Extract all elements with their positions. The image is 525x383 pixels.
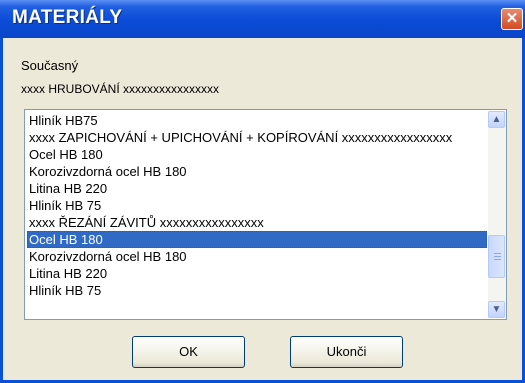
close-icon: ✕ xyxy=(505,10,519,27)
materials-dialog: MATERIÁLY ✕ Současný xxxx HRUBOVÁNÍ xxxx… xyxy=(0,0,525,383)
ok-button[interactable]: OK xyxy=(132,336,245,368)
chevron-up-icon: ▲ xyxy=(491,114,502,125)
list-item[interactable]: Ocel HB 180 xyxy=(27,231,487,248)
list-item[interactable]: Litina HB 220 xyxy=(27,180,487,197)
grip-line xyxy=(494,253,501,254)
scroll-down-button[interactable]: ▼ xyxy=(488,301,505,318)
list-item[interactable]: xxxx ŘEZÁNÍ ZÁVITŮ xxxxxxxxxxxxxxxx xyxy=(27,214,487,231)
current-value: xxxx HRUBOVÁNÍ xxxxxxxxxxxxxxxx xyxy=(21,82,220,96)
list-item[interactable]: Hliník HB75 xyxy=(27,112,487,129)
close-button[interactable]: ✕ xyxy=(501,8,523,30)
list-item[interactable]: Litina HB 220 xyxy=(27,265,487,282)
chevron-down-icon: ▼ xyxy=(491,304,502,315)
materials-listbox[interactable]: Hliník HB75 xxxx ZAPICHOVÁNÍ + UPICHOVÁNÍ… xyxy=(24,109,507,320)
grip-line xyxy=(494,256,501,257)
scroll-up-button[interactable]: ▲ xyxy=(488,111,505,128)
materials-list: Hliník HB75 xxxx ZAPICHOVÁNÍ + UPICHOVÁNÍ… xyxy=(27,112,487,299)
list-item[interactable]: xxxx ZAPICHOVÁNÍ + UPICHOVÁNÍ + KOPÍROVÁ… xyxy=(27,129,487,146)
list-item[interactable]: Hliník HB 75 xyxy=(27,282,487,299)
scroll-thumb[interactable] xyxy=(488,235,505,278)
list-item[interactable]: Korozivzdorná ocel HB 180 xyxy=(27,163,487,180)
list-item[interactable]: Hliník HB 75 xyxy=(27,197,487,214)
window-title: MATERIÁLY xyxy=(12,7,123,28)
title-bar[interactable]: MATERIÁLY ✕ xyxy=(0,0,525,38)
vertical-scrollbar[interactable]: ▲ ▼ xyxy=(488,111,506,318)
current-label: Současný xyxy=(21,58,79,73)
list-item[interactable]: Ocel HB 180 xyxy=(27,146,487,163)
grip-line xyxy=(494,259,501,260)
exit-button[interactable]: Ukonči xyxy=(290,336,403,368)
list-item[interactable]: Korozivzdorná ocel HB 180 xyxy=(27,248,487,265)
